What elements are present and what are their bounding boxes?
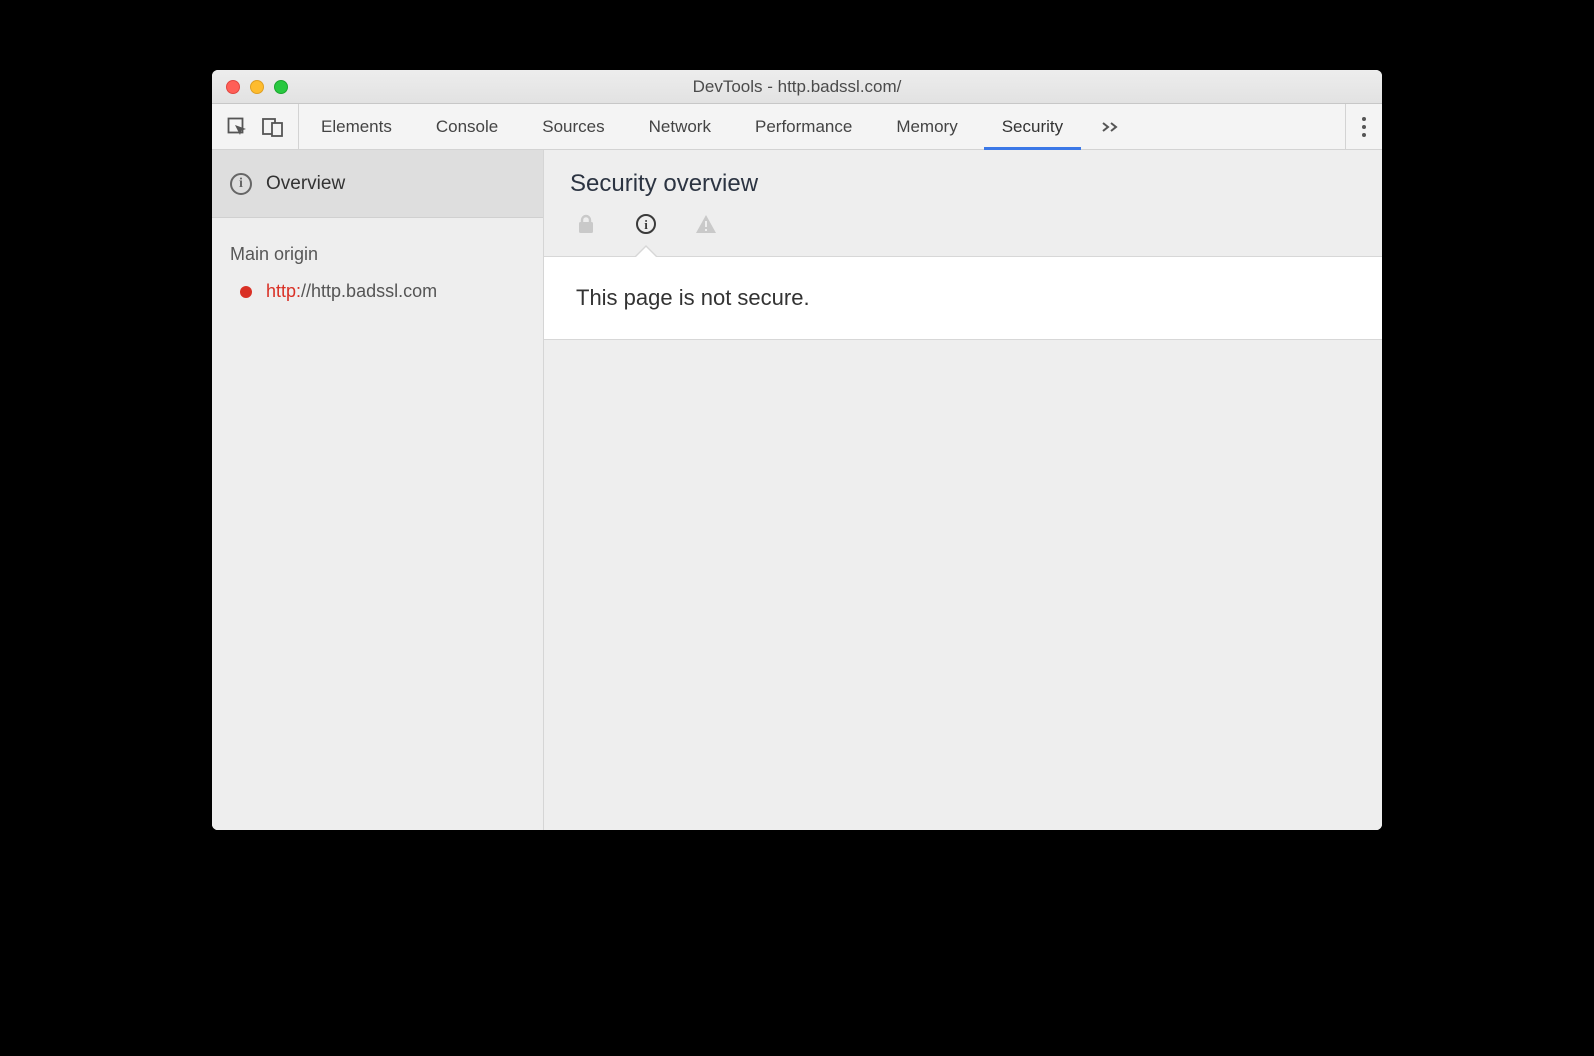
devtools-tabs: Elements Console Sources Network Perform… xyxy=(299,104,1345,149)
devtools-toolbar: Elements Console Sources Network Perform… xyxy=(212,104,1382,150)
zoom-window-button[interactable] xyxy=(274,80,288,94)
sidebar-overview-row[interactable]: Overview xyxy=(212,150,543,218)
tabs-overflow-icon[interactable] xyxy=(1085,104,1137,149)
settings-menu-icon[interactable] xyxy=(1362,117,1366,137)
security-main-panel: Security overview i xyxy=(544,150,1382,830)
tab-performance[interactable]: Performance xyxy=(733,104,874,149)
warning-icon xyxy=(694,212,718,236)
tab-security[interactable]: Security xyxy=(980,104,1085,149)
lock-icon xyxy=(574,212,598,236)
security-state-insicator-icon xyxy=(240,286,252,298)
device-toolbar-icon[interactable] xyxy=(262,116,284,138)
devtools-window: DevTools - http.badssl.com/ Elements Con… xyxy=(212,70,1382,830)
tab-memory[interactable]: Memory xyxy=(874,104,979,149)
minimize-window-button[interactable] xyxy=(250,80,264,94)
tab-network[interactable]: Network xyxy=(627,104,733,149)
window-title: DevTools - http.badssl.com/ xyxy=(212,77,1382,97)
security-sidebar: Overview Main origin http://http.badssl.… xyxy=(212,150,544,830)
tab-label: Network xyxy=(649,117,711,137)
tab-elements[interactable]: Elements xyxy=(299,104,414,149)
tab-label: Security xyxy=(1002,117,1063,137)
toolbar-right-controls xyxy=(1345,104,1382,149)
tab-label: Memory xyxy=(896,117,957,137)
window-titlebar: DevTools - http.badssl.com/ xyxy=(212,70,1382,104)
inspect-element-icon[interactable] xyxy=(226,116,248,138)
origin-url: http://http.badssl.com xyxy=(266,281,437,302)
tab-sources[interactable]: Sources xyxy=(520,104,626,149)
tab-console[interactable]: Console xyxy=(414,104,520,149)
traffic-lights xyxy=(212,80,288,94)
tab-label: Console xyxy=(436,117,498,137)
security-message-text: This page is not secure. xyxy=(576,285,810,310)
sidebar-section-label: Main origin xyxy=(212,218,543,275)
security-state-legend: i xyxy=(544,212,1382,256)
origin-scheme: http: xyxy=(266,281,301,301)
origin-host: //http.badssl.com xyxy=(301,281,437,301)
tab-label: Sources xyxy=(542,117,604,137)
close-window-button[interactable] xyxy=(226,80,240,94)
panel-body: Overview Main origin http://http.badssl.… xyxy=(212,150,1382,830)
origin-row[interactable]: http://http.badssl.com xyxy=(212,275,543,308)
security-message-card: This page is not secure. xyxy=(544,256,1382,340)
info-icon xyxy=(230,173,252,195)
tab-label: Performance xyxy=(755,117,852,137)
security-overview-title: Security overview xyxy=(544,150,1382,212)
tab-label: Elements xyxy=(321,117,392,137)
info-icon: i xyxy=(634,212,658,236)
overview-label: Overview xyxy=(266,173,345,195)
toolbar-left-controls xyxy=(212,104,299,149)
